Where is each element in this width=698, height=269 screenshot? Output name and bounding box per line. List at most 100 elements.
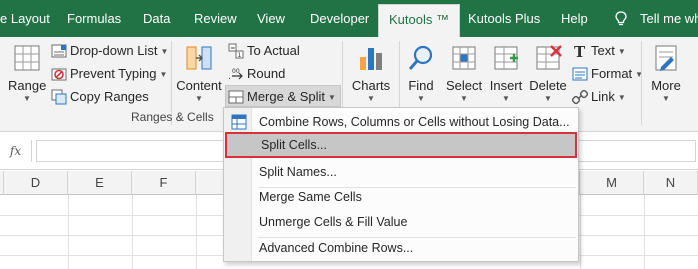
chevron-down-icon: ▼ bbox=[417, 94, 425, 103]
to-actual-button[interactable]: = 1 To Actual bbox=[228, 40, 300, 62]
chevron-down-icon: ▼ bbox=[544, 94, 552, 103]
merge-split-button[interactable]: Merge & Split ▼ bbox=[225, 85, 341, 107]
column-header-e[interactable]: E bbox=[68, 171, 132, 195]
more-icon bbox=[655, 45, 677, 71]
column-header-n[interactable]: N bbox=[644, 171, 698, 195]
tab-kutools-plus[interactable]: Kutools Plus bbox=[468, 0, 540, 37]
chevron-down-icon: ▼ bbox=[160, 46, 169, 56]
delete-button[interactable]: Delete ▼ bbox=[529, 43, 567, 103]
dropdown-list-icon bbox=[51, 44, 67, 58]
group-label-ranges-cells: Ranges & Cells bbox=[131, 110, 214, 124]
tab-developer[interactable]: Developer bbox=[310, 0, 369, 37]
link-label: Link bbox=[591, 89, 615, 104]
text-icon: T bbox=[574, 43, 586, 59]
tab-review[interactable]: Review bbox=[194, 0, 237, 37]
menu-item-unmerge-fill[interactable]: Unmerge Cells & Fill Value bbox=[225, 209, 577, 235]
select-label: Select bbox=[446, 78, 483, 93]
menu-item-label: Combine Rows, Columns or Cells without L… bbox=[259, 115, 570, 129]
range-icon bbox=[14, 45, 40, 71]
more-label: More bbox=[651, 78, 681, 93]
menu-item-label: Unmerge Cells & Fill Value bbox=[259, 215, 408, 229]
column-header-d[interactable]: D bbox=[4, 171, 68, 195]
menu-item-advanced-combine-rows[interactable]: Advanced Combine Rows... bbox=[225, 235, 577, 261]
column-header-m[interactable]: M bbox=[580, 171, 644, 195]
insert-label: Insert bbox=[489, 78, 523, 93]
tab-data[interactable]: Data bbox=[143, 0, 170, 37]
dropdown-list-button[interactable]: Drop-down List ▼ bbox=[51, 40, 168, 62]
lightbulb-icon bbox=[615, 11, 627, 26]
range-label: Range bbox=[8, 78, 47, 93]
insert-button[interactable]: Insert ▼ bbox=[488, 43, 524, 103]
prevent-typing-button[interactable]: Prevent Typing ▼ bbox=[51, 63, 167, 85]
link-button[interactable]: Link ▼ bbox=[572, 86, 626, 108]
grid-col-line bbox=[132, 195, 133, 269]
format-label: Format bbox=[591, 66, 633, 81]
tab-formulas[interactable]: Formulas bbox=[67, 0, 121, 37]
menu-item-label: Split Cells... bbox=[261, 138, 327, 152]
range-button[interactable]: Range ▼ bbox=[8, 43, 46, 103]
chevron-down-icon: ▼ bbox=[460, 94, 468, 103]
insert-function-button[interactable]: fx bbox=[0, 140, 32, 162]
select-button[interactable]: Select ▼ bbox=[446, 43, 482, 103]
chevron-down-icon: ▼ bbox=[502, 94, 510, 103]
text-label: Text bbox=[591, 43, 615, 58]
round-button[interactable]: . 00 Round bbox=[228, 63, 285, 85]
magnifier-icon bbox=[408, 45, 433, 70]
group-separator bbox=[641, 41, 642, 125]
find-label: Find bbox=[408, 78, 434, 93]
svg-text:=: = bbox=[230, 45, 235, 52]
grid-col-line bbox=[580, 195, 581, 269]
svg-text:00: 00 bbox=[232, 68, 240, 75]
combine-icon bbox=[231, 114, 247, 130]
delete-icon bbox=[536, 45, 562, 70]
menu-item-merge-same-cells[interactable]: Merge Same Cells bbox=[225, 184, 577, 210]
find-button[interactable]: Find ▼ bbox=[404, 43, 438, 103]
format-icon bbox=[572, 67, 588, 81]
tell-me-search[interactable]: Tell me whe bbox=[640, 0, 698, 37]
copy-ranges-button[interactable]: Copy Ranges bbox=[51, 86, 149, 108]
bar-chart-icon bbox=[360, 48, 382, 70]
prevent-typing-icon bbox=[51, 68, 67, 81]
more-button[interactable]: More ▼ bbox=[648, 43, 684, 103]
content-label: Content bbox=[176, 78, 222, 93]
to-actual-label: To Actual bbox=[247, 43, 300, 58]
menu-item-label: Advanced Combine Rows... bbox=[259, 241, 414, 255]
menu-item-label: Split Names... bbox=[259, 165, 337, 179]
grid-col-line bbox=[196, 195, 197, 269]
round-icon: . 00 bbox=[228, 68, 243, 82]
merge-split-label: Merge & Split bbox=[247, 89, 326, 104]
grid-col-line bbox=[68, 195, 69, 269]
chevron-down-icon: ▼ bbox=[23, 94, 31, 103]
chevron-down-icon: ▼ bbox=[617, 46, 626, 56]
chevron-down-icon: ▼ bbox=[195, 94, 203, 103]
menu-item-split-names[interactable]: Split Names... bbox=[225, 159, 577, 185]
prevent-typing-label: Prevent Typing bbox=[70, 66, 157, 81]
tab-help[interactable]: Help bbox=[561, 0, 588, 37]
copy-ranges-icon bbox=[51, 89, 67, 105]
chevron-down-icon: ▼ bbox=[617, 92, 626, 102]
chevron-down-icon: ▼ bbox=[662, 94, 670, 103]
charts-button[interactable]: Charts ▼ bbox=[350, 43, 392, 103]
ribbon-tab-bar: e Layout Formulas Data Review View Devel… bbox=[0, 0, 698, 37]
format-button[interactable]: Format ▼ bbox=[572, 63, 643, 85]
chevron-down-icon: ▼ bbox=[328, 92, 336, 102]
tab-view[interactable]: View bbox=[257, 0, 285, 37]
grid-col-line bbox=[644, 195, 645, 269]
link-icon bbox=[572, 89, 588, 104]
merge-split-menu: Combine Rows, Columns or Cells without L… bbox=[223, 107, 579, 262]
copy-ranges-label: Copy Ranges bbox=[70, 89, 149, 104]
chevron-down-icon: ▼ bbox=[367, 94, 375, 103]
to-actual-icon: = 1 bbox=[228, 43, 244, 59]
charts-label: Charts bbox=[351, 78, 391, 93]
text-button[interactable]: T Text ▼ bbox=[572, 40, 626, 62]
content-button[interactable]: Content ▼ bbox=[176, 43, 222, 103]
menu-item-label: Merge Same Cells bbox=[259, 190, 362, 204]
column-header-f[interactable]: F bbox=[132, 171, 196, 195]
tab-page-layout[interactable]: e Layout bbox=[0, 0, 50, 37]
chevron-down-icon: ▼ bbox=[159, 69, 168, 79]
tab-kutools[interactable]: Kutools ™ bbox=[378, 4, 460, 37]
merge-split-icon bbox=[228, 90, 244, 104]
svg-text:1: 1 bbox=[238, 52, 242, 59]
insert-icon bbox=[494, 46, 518, 70]
menu-item-split-cells[interactable]: Split Cells... bbox=[225, 132, 577, 158]
